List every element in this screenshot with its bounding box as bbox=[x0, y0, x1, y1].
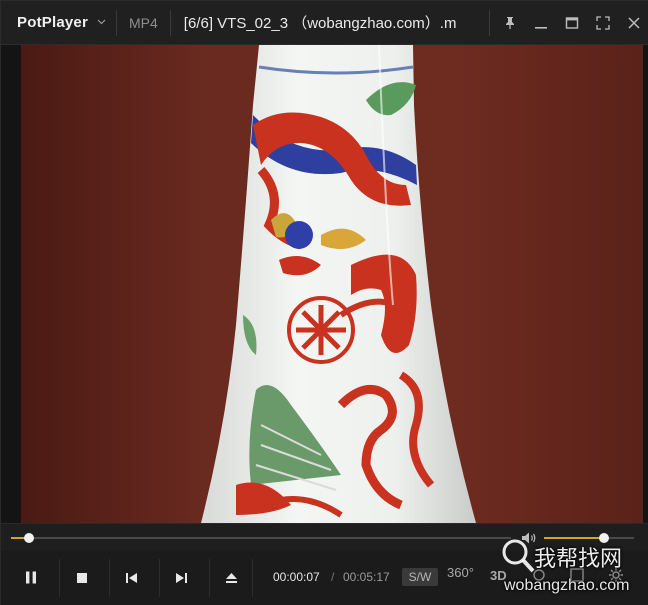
skip-next-icon bbox=[175, 569, 188, 588]
maximize-icon bbox=[565, 16, 579, 30]
eject-icon bbox=[225, 569, 238, 588]
fullscreen-icon bbox=[595, 16, 610, 30]
fullscreen-button[interactable] bbox=[587, 1, 618, 45]
magnifier-icon bbox=[500, 537, 536, 579]
total-time[interactable]: 00:05:17 bbox=[343, 570, 390, 584]
seek-bar-handle[interactable] bbox=[24, 533, 34, 543]
time-separator: / bbox=[331, 570, 335, 584]
video-letterbox-right bbox=[643, 45, 648, 523]
window-controls bbox=[489, 1, 648, 45]
minimize-icon bbox=[534, 16, 548, 30]
watermark-chinese-text: 我帮找网 bbox=[534, 547, 623, 572]
360-video-button[interactable]: 360° bbox=[447, 565, 474, 580]
pin-icon bbox=[503, 16, 517, 30]
window-title: [6/6] VTS_02_3 （wobangzhao.com）.m bbox=[183, 15, 457, 32]
title-separator bbox=[489, 10, 490, 36]
stop-button[interactable] bbox=[59, 559, 103, 597]
site-watermark: 我帮找网 wobangzhao.com bbox=[496, 535, 646, 605]
app-menu-button[interactable]: PotPlayer bbox=[1, 1, 116, 45]
sw-decoder-button[interactable]: S/W bbox=[402, 568, 438, 586]
seek-bar[interactable] bbox=[11, 533, 511, 543]
chevron-down-icon bbox=[97, 18, 106, 28]
player-window: PotPlayer MP4 [6/6] VTS_02_3 （wobangzhao… bbox=[0, 0, 648, 605]
minimize-button[interactable] bbox=[525, 1, 556, 45]
pause-icon bbox=[25, 569, 37, 588]
maximize-button[interactable] bbox=[556, 1, 587, 45]
stop-icon bbox=[76, 569, 88, 588]
pin-button[interactable] bbox=[494, 1, 525, 45]
video-frame-image bbox=[21, 45, 643, 523]
video-surface[interactable] bbox=[21, 45, 643, 523]
previous-button[interactable] bbox=[109, 559, 153, 597]
current-time[interactable]: 00:00:07 bbox=[273, 570, 320, 584]
next-button[interactable] bbox=[159, 559, 203, 597]
video-letterbox-left bbox=[1, 45, 21, 523]
watermark-url-text: wobangzhao.com bbox=[504, 577, 630, 594]
pause-button[interactable] bbox=[9, 559, 53, 597]
eject-button[interactable] bbox=[209, 559, 253, 597]
file-format: MP4 bbox=[129, 14, 158, 31]
close-button[interactable] bbox=[618, 1, 648, 45]
app-name: PotPlayer bbox=[17, 14, 88, 31]
title-bar: PotPlayer MP4 [6/6] VTS_02_3 （wobangzhao… bbox=[1, 1, 648, 45]
close-icon bbox=[627, 16, 641, 30]
skip-previous-icon bbox=[125, 569, 138, 588]
